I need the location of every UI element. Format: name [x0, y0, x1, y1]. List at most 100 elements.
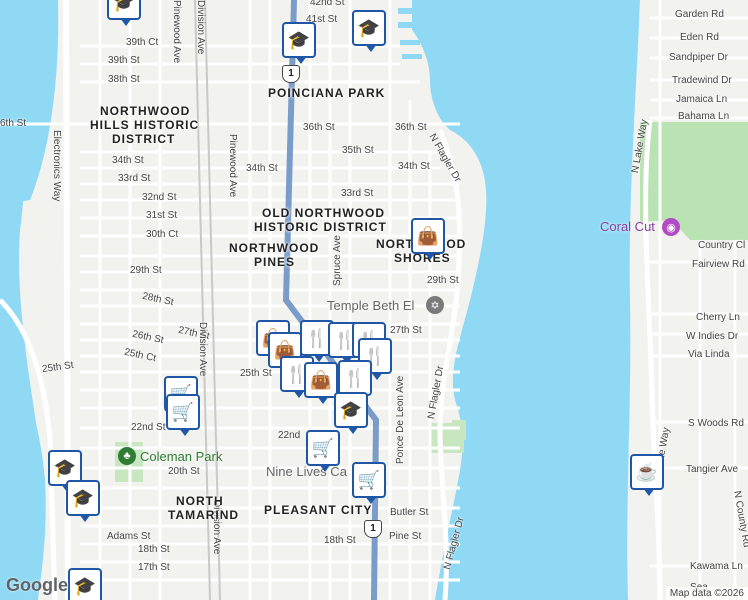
graduation-cap-icon: 🎓: [357, 17, 381, 38]
street-label: 6th St: [0, 118, 27, 129]
shopping-bag-icon: 👜: [416, 225, 440, 246]
street-label: Ponce De Leon Ave: [395, 375, 406, 464]
neighborhood-label: HISTORIC DISTRICT: [254, 220, 387, 234]
street-label: 30th Ct: [146, 229, 179, 240]
graduation-cap-icon: 🎓: [71, 487, 95, 508]
street-label: 18th St: [138, 544, 170, 555]
street-label: Adams St: [107, 531, 151, 542]
graduation-cap-icon: 🎓: [339, 399, 363, 420]
neighborhood-label: PLEASANT CITY: [264, 503, 373, 517]
graduation-cap-icon: 🎓: [287, 29, 311, 50]
us-1-shield: 1: [282, 65, 300, 83]
street-label: Tangier Ave: [686, 464, 739, 475]
street-label: Kawama Ln: [690, 561, 743, 572]
street-label: 33rd St: [118, 173, 151, 184]
cafe-marker[interactable]: ☕: [630, 454, 664, 496]
street-label: Pine St: [389, 531, 422, 542]
street-label: 42nd St: [310, 0, 345, 8]
map-canvas[interactable]: 42nd St 41st St 39th Ct 39th St 38th St …: [0, 0, 748, 600]
street-label: Sandpiper Dr: [669, 52, 728, 63]
google-logo: Google: [6, 575, 68, 595]
street-label: 36th St: [303, 122, 335, 133]
school-marker[interactable]: 🎓: [68, 568, 102, 600]
neighborhood-label: DISTRICT: [112, 132, 176, 146]
street-label: 34th St: [398, 161, 430, 172]
street-label: 29th St: [427, 275, 459, 286]
street-label: 32nd St: [142, 192, 177, 203]
street-label: 36th St: [395, 122, 427, 133]
camera-icon[interactable]: ◉: [662, 218, 680, 236]
neighborhood-label: PINES: [254, 255, 296, 269]
grocery-marker[interactable]: 🛒: [166, 394, 200, 436]
street-label: 38th St: [108, 74, 140, 85]
street-label: S Woods Rd: [688, 418, 744, 429]
grocery-marker[interactable]: 🛒: [352, 462, 386, 504]
us-1-shield: 1: [364, 520, 382, 538]
school-marker[interactable]: 🎓: [352, 10, 386, 52]
street-label: Division Ave: [195, 0, 206, 55]
coffee-cup-icon: ☕: [635, 461, 659, 482]
neighborhood-label: NORTHWOOD: [229, 241, 320, 255]
graduation-cap-icon: 🎓: [53, 457, 77, 478]
street-label: W Indies Dr: [686, 331, 739, 342]
street-label: 33rd St: [341, 188, 374, 199]
school-marker[interactable]: 🎓: [107, 0, 141, 26]
neighborhood-label: NORTHWOOD: [100, 104, 191, 118]
street-label: Butler St: [390, 507, 429, 518]
map-attribution[interactable]: Map data ©2026: [665, 587, 748, 600]
fork-knife-icon: 🍴: [305, 327, 329, 348]
shopping-cart-icon: 🛒: [311, 437, 335, 458]
street-label: Via Linda: [688, 349, 730, 360]
street-label: 27th St: [390, 325, 422, 336]
school-marker[interactable]: 🎓: [282, 22, 316, 64]
restaurant-marker[interactable]: 🍴: [338, 360, 372, 402]
street-label: Electronics Way: [51, 130, 62, 202]
street-label: 39th St: [108, 55, 140, 66]
street-label: 34th St: [112, 155, 144, 166]
street-label: Pinewood Ave: [227, 134, 238, 198]
neighborhood-label: HILLS HISTORIC: [90, 118, 200, 132]
street-label: 29th St: [130, 265, 162, 276]
street-label: Tradewind Dr: [672, 75, 732, 86]
street-label: 34th St: [246, 163, 278, 174]
place-of-worship-icon[interactable]: ✡: [426, 296, 444, 314]
street-label: Fairview Rd: [692, 259, 745, 270]
street-label: 20th St: [168, 466, 200, 477]
neighborhood-label: POINCIANA PARK: [268, 86, 386, 100]
street-label: 31st St: [146, 210, 178, 221]
poi-label-ninelives[interactable]: Nine Lives Ca: [266, 464, 347, 479]
shopping-cart-icon: 🛒: [171, 401, 195, 422]
street-label: 22nd: [278, 430, 301, 441]
street-label: Cherry Ln: [696, 312, 740, 323]
shopping-marker[interactable]: 👜: [411, 218, 445, 260]
poi-label-coleman[interactable]: Coleman Park: [140, 449, 222, 464]
shopping-bag-icon: 👜: [309, 369, 333, 390]
graduation-cap-icon: 🎓: [73, 575, 97, 596]
street-label: Pinewood Ave: [171, 0, 182, 64]
street-label: 35th St: [342, 145, 374, 156]
school-marker[interactable]: 🎓: [334, 392, 368, 434]
street-label: Division Ave: [197, 322, 208, 377]
neighborhood-label: NORTH: [176, 494, 224, 508]
street-label: Eden Rd: [680, 32, 719, 43]
street-label: Country Cl: [698, 240, 746, 251]
street-label: 22nd St: [131, 422, 166, 433]
poi-label-coral[interactable]: Coral Cut: [600, 219, 655, 234]
shopping-cart-icon: 🛒: [357, 469, 381, 490]
street-label: Jamaica Ln: [676, 94, 728, 105]
street-label: 17th St: [138, 562, 170, 573]
street-label: Bahama Ln: [678, 111, 730, 122]
street-label: Spruce Ave: [332, 235, 343, 286]
graduation-cap-icon: 🎓: [112, 0, 136, 12]
neighborhood-label: OLD NORTHWOOD: [262, 206, 385, 220]
school-marker[interactable]: 🎓: [66, 480, 100, 522]
poi-label-temple[interactable]: Temple Beth El: [327, 298, 414, 313]
grocery-marker[interactable]: 🛒: [306, 430, 340, 472]
street-label: 39th Ct: [126, 37, 159, 48]
neighborhood-label: TAMARIND: [168, 508, 240, 522]
tree-icon[interactable]: ♣: [118, 447, 136, 465]
street-label: 25th St: [240, 368, 272, 379]
street-label: 18th St: [324, 535, 356, 546]
shopping-marker[interactable]: 👜: [304, 362, 338, 404]
street-label: Garden Rd: [675, 9, 724, 20]
